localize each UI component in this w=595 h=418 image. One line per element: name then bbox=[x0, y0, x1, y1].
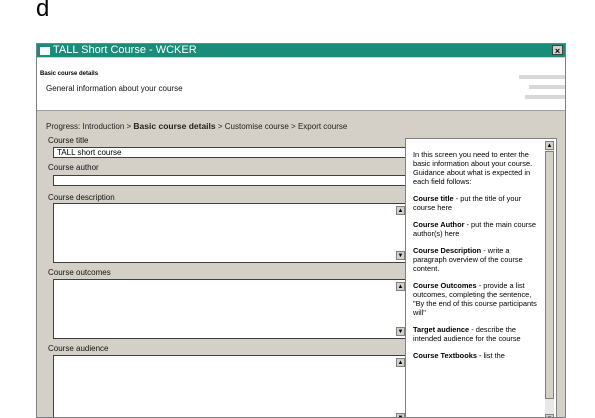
course-author-input[interactable] bbox=[53, 175, 408, 186]
app-window: TALL Short Course - WCKER × Basic course… bbox=[36, 43, 566, 418]
scroll-up-icon[interactable]: ▲ bbox=[396, 282, 405, 291]
progress-separator: > bbox=[291, 122, 296, 131]
help-item: Course Author - put the main course auth… bbox=[413, 220, 543, 238]
figure-label: d bbox=[36, 0, 50, 22]
help-panel: In this screen you need to enter the bas… bbox=[405, 138, 557, 417]
course-audience-textarea[interactable]: ▲ ▼ bbox=[53, 355, 408, 417]
help-term: Course Description bbox=[413, 246, 482, 255]
course-title-input[interactable]: TALL short course bbox=[53, 147, 408, 158]
page-subtitle: General information about your course bbox=[46, 84, 183, 93]
scrollbar-thumb[interactable] bbox=[545, 151, 554, 399]
course-audience-label: Course audience bbox=[48, 344, 109, 353]
window-icon bbox=[40, 47, 50, 55]
help-term: Course title bbox=[413, 194, 454, 203]
header-stripe-decoration bbox=[525, 95, 565, 99]
scroll-down-icon[interactable]: ▼ bbox=[545, 414, 554, 417]
page-title: Basic course details bbox=[40, 71, 99, 77]
progress-prefix: Progress: bbox=[46, 122, 81, 131]
title-bar[interactable]: TALL Short Course - WCKER × bbox=[37, 44, 565, 57]
help-item: Course Textbooks - list the bbox=[413, 351, 543, 360]
help-intro: In this screen you need to enter the bas… bbox=[413, 150, 533, 186]
progress-separator: > bbox=[217, 122, 223, 131]
scroll-up-icon[interactable]: ▲ bbox=[545, 141, 554, 150]
scroll-up-icon[interactable]: ▲ bbox=[396, 358, 405, 367]
help-term: Course Outcomes bbox=[413, 281, 477, 290]
progress-step-basic-details: Basic course details bbox=[133, 121, 216, 131]
close-icon[interactable]: × bbox=[552, 45, 563, 56]
course-description-label: Course description bbox=[48, 193, 115, 202]
progress-step-export: Export course bbox=[297, 122, 348, 131]
help-scrollbar[interactable]: ▲ ▼ bbox=[545, 141, 554, 417]
progress-separator: > bbox=[126, 122, 132, 131]
scroll-down-icon[interactable]: ▼ bbox=[396, 327, 405, 336]
help-item: Course Description - write a paragraph o… bbox=[413, 246, 543, 273]
course-details-form: Course title TALL short course Course au… bbox=[47, 136, 408, 417]
header-stripe-decoration bbox=[529, 85, 565, 89]
window-title: TALL Short Course - WCKER bbox=[53, 44, 197, 56]
help-item: Course Outcomes - provide a list outcome… bbox=[413, 281, 543, 317]
help-text: In this screen you need to enter the bas… bbox=[413, 150, 543, 368]
scroll-down-icon[interactable]: ▼ bbox=[396, 251, 405, 260]
scroll-up-icon[interactable]: ▲ bbox=[396, 206, 405, 215]
progress-step-customise: Customise course bbox=[224, 122, 289, 131]
course-description-textarea[interactable]: ▲ ▼ bbox=[53, 203, 408, 263]
progress-breadcrumb: Progress: Introduction > Basic course de… bbox=[46, 121, 347, 131]
course-outcomes-textarea[interactable]: ▲ ▼ bbox=[53, 279, 408, 339]
help-desc: - list the bbox=[476, 351, 505, 360]
course-author-label: Course author bbox=[48, 163, 99, 172]
help-item: Course title - put the title of your cou… bbox=[413, 194, 543, 212]
help-term: Course Textbooks bbox=[413, 351, 477, 360]
header-stripe-decoration bbox=[519, 75, 565, 79]
course-outcomes-label: Course outcomes bbox=[48, 268, 111, 277]
progress-step-introduction: Introduction bbox=[82, 122, 125, 131]
scroll-down-icon[interactable]: ▼ bbox=[396, 413, 405, 417]
page-header: Basic course details General information… bbox=[37, 58, 565, 111]
help-item: Target audience - describe the intended … bbox=[413, 325, 543, 343]
help-term: Target audience bbox=[413, 325, 470, 334]
help-term: Course Author bbox=[413, 220, 465, 229]
course-title-label: Course title bbox=[48, 136, 89, 145]
